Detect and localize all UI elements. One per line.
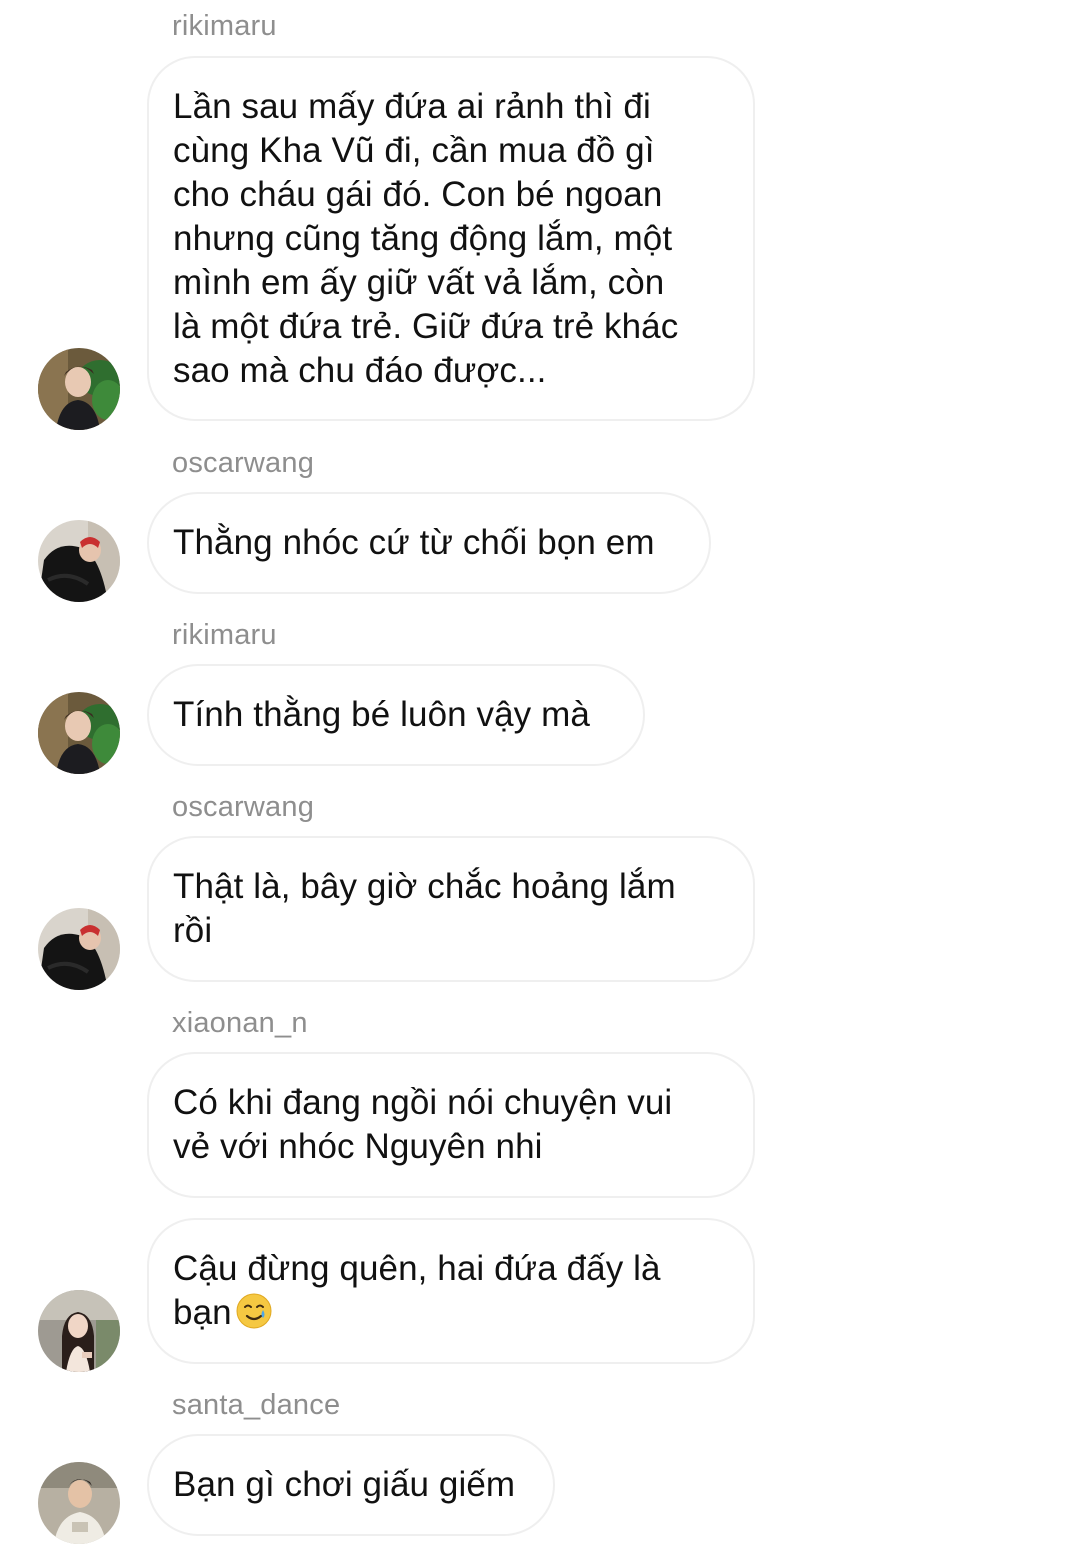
message-bubble[interactable]: Thằng nhóc cứ từ chối bọn em <box>147 492 711 594</box>
message-text-line: Tính thằng bé luôn vậy mà <box>173 695 590 734</box>
smiling-face-with-tear-emoji <box>236 1293 272 1329</box>
message-text-line: Thằng nhóc cứ từ chối bọn em <box>173 523 655 562</box>
sender-username[interactable]: rikimaru <box>172 618 277 652</box>
sender-username[interactable]: rikimaru <box>172 9 277 43</box>
message-text-line: cùng Kha Vũ đi, cần mua đồ gì <box>173 130 655 170</box>
message-text-line: bạn <box>173 1291 729 1335</box>
message-text-line: Bạn gì chơi giấu giếm <box>173 1465 516 1504</box>
message-text-line: là một đứa trẻ. Giữ đứa trẻ khác <box>173 306 679 346</box>
message-text-line: Có khi đang ngồi nói chuyện vui <box>173 1083 673 1122</box>
sender-username[interactable]: xiaonan_n <box>172 1006 308 1040</box>
sender-username[interactable]: santa_dance <box>172 1388 340 1422</box>
message-text-line: vẻ với nhóc Nguyên nhi <box>173 1127 543 1166</box>
message-text-line: rồi <box>173 911 213 950</box>
message-text-line: nhưng cũng tăng động lắm, một <box>173 218 673 258</box>
message-text-line: sao mà chu đáo được... <box>173 350 547 390</box>
sender-username[interactable]: oscarwang <box>172 446 314 480</box>
avatar-oscarwang[interactable] <box>38 520 120 602</box>
message-bubble[interactable]: Thật là, bây giờ chắc hoảng lắm rồi <box>147 836 755 982</box>
message-text-line: cho cháu gái đó. Con bé ngoan <box>173 174 663 214</box>
avatar-oscarwang[interactable] <box>38 908 120 990</box>
message-bubble[interactable]: Có khi đang ngồi nói chuyện vui vẻ với n… <box>147 1052 755 1198</box>
message-text-line: Lần sau mấy đứa ai rảnh thì đi <box>173 86 651 126</box>
sender-username[interactable]: oscarwang <box>172 790 314 824</box>
avatar-xiaonan[interactable] <box>38 1290 120 1372</box>
message-text-segment: bạn <box>173 1293 232 1332</box>
message-bubble[interactable]: Tính thằng bé luôn vậy mà <box>147 664 645 766</box>
avatar-rikimaru[interactable] <box>38 692 120 774</box>
avatar-santa[interactable] <box>38 1462 120 1544</box>
message-bubble[interactable]: Bạn gì chơi giấu giếm <box>147 1434 555 1536</box>
message-text-line: mình em ấy giữ vất vả lắm, còn <box>173 262 665 302</box>
message-text-segment: Cậu đừng quên, hai đứa đấy là <box>173 1249 661 1288</box>
message-bubble[interactable]: Cậu đừng quên, hai đứa đấy là bạn <box>147 1218 755 1364</box>
avatar-rikimaru[interactable] <box>38 348 120 430</box>
message-text-line: Cậu đừng quên, hai đứa đấy là <box>173 1247 729 1291</box>
message-text-line: Thật là, bây giờ chắc hoảng lắm <box>173 867 676 906</box>
message-bubble[interactable]: Lần sau mấy đứa ai rảnh thì đi cùng Kha … <box>147 56 755 421</box>
